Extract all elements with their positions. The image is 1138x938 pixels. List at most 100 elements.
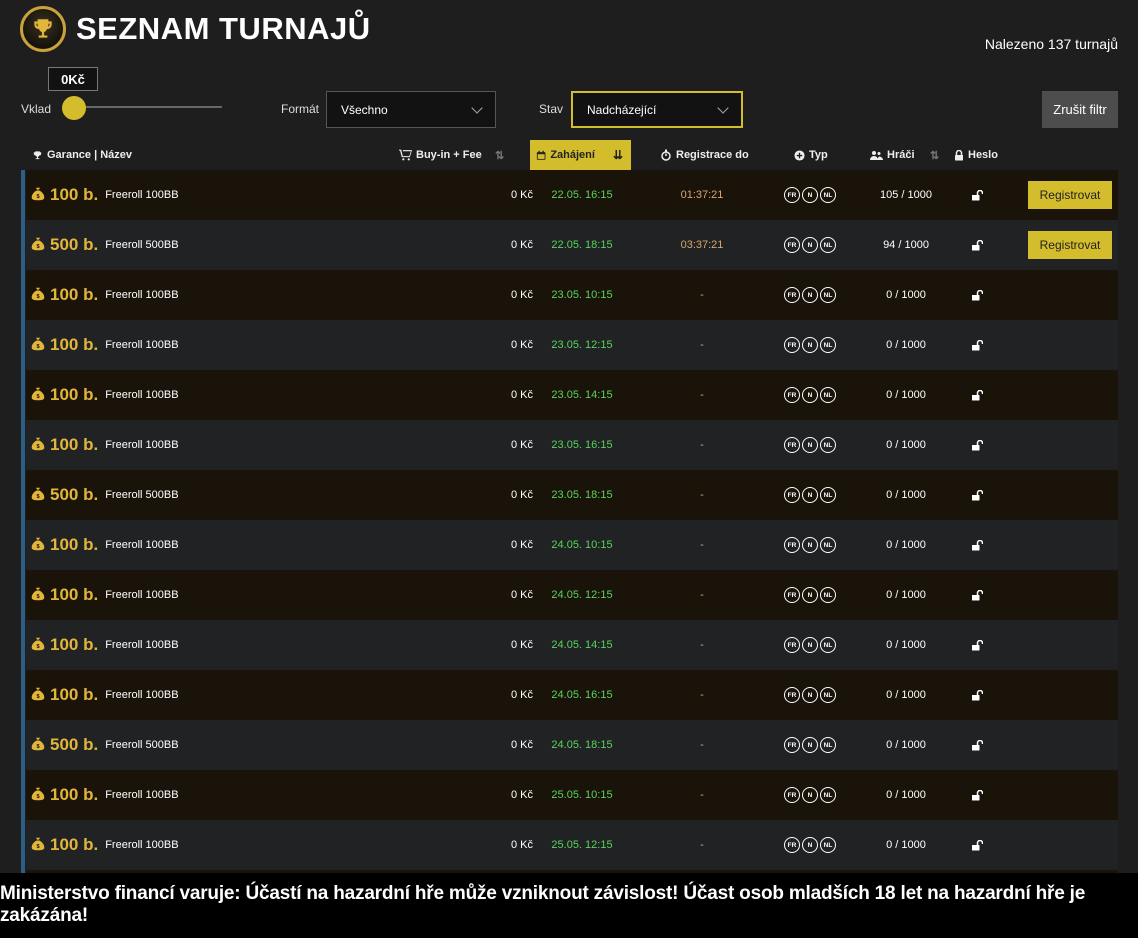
money-bag-icon: $ — [31, 637, 45, 654]
money-bag-icon: $ — [31, 687, 45, 704]
guarantee-cell: $ 100 b. Freeroll 100BB — [31, 570, 179, 620]
guarantee-cell: $ 500 b. Freeroll 500BB — [31, 720, 179, 770]
format-select[interactable]: Všechno — [326, 91, 496, 128]
unlocked-icon — [970, 320, 984, 370]
type-badge: N — [802, 237, 818, 253]
type-badge: FR — [784, 637, 800, 653]
type-badge: NL — [820, 387, 836, 403]
table-row[interactable]: $ 100 b. Freeroll 100BB 0 Kč 24.05. 12:1… — [26, 570, 1118, 620]
table-row[interactable]: $ 500 b. Freeroll 500BB 0 Kč 24.05. 18:1… — [26, 720, 1118, 770]
start-time-cell: 22.05. 16:15 — [551, 189, 613, 201]
players-cell: 0 / 1000 — [886, 539, 926, 551]
table-row[interactable]: $ 100 b. Freeroll 100BB 0 Kč 23.05. 16:1… — [26, 420, 1118, 470]
deposit-slider-thumb[interactable] — [62, 96, 86, 120]
money-bag-icon: $ — [31, 487, 45, 504]
players-cell: 0 / 1000 — [886, 589, 926, 601]
register-button[interactable]: Registrovat — [1028, 181, 1112, 209]
players-cell: 0 / 1000 — [886, 689, 926, 701]
money-bag-icon: $ — [31, 337, 45, 354]
unlocked-icon — [970, 370, 984, 420]
deposit-slider-track[interactable] — [66, 106, 222, 108]
type-badge: NL — [820, 337, 836, 353]
start-time-cell: 25.05. 12:15 — [551, 839, 613, 851]
players-cell: 0 / 1000 — [886, 339, 926, 351]
guarantee-amount: 100 b. — [50, 335, 99, 354]
registration-until-cell: - — [700, 439, 704, 451]
column-name[interactable]: Garance | Název — [32, 140, 132, 170]
type-badge: N — [802, 387, 818, 403]
sort-buyin-icon[interactable]: ⇅ — [495, 140, 504, 170]
type-badge: FR — [784, 537, 800, 553]
type-cell: FRNNL — [782, 420, 838, 470]
type-badge: FR — [784, 237, 800, 253]
registration-until-cell: - — [700, 639, 704, 651]
players-cell: 94 / 1000 — [883, 239, 929, 251]
type-badge: N — [802, 487, 818, 503]
tournament-name: Freeroll 500BB — [105, 239, 179, 251]
type-badge: NL — [820, 237, 836, 253]
column-players[interactable]: Hráči — [870, 140, 915, 170]
reset-filter-button[interactable]: Zrušit filtr — [1042, 91, 1118, 128]
players-cell: 0 / 1000 — [886, 789, 926, 801]
money-bag-icon: $ — [31, 287, 45, 304]
sort-players-icon[interactable]: ⇅ — [930, 140, 939, 170]
table-row[interactable]: $ 100 b. Freeroll 100BB 0 Kč 25.05. 10:1… — [26, 770, 1118, 820]
money-bag-icon: $ — [31, 237, 45, 254]
status-select[interactable]: Nadcházející — [571, 91, 743, 128]
start-time-cell: 22.05. 18:15 — [551, 239, 613, 251]
type-badge: N — [802, 737, 818, 753]
players-cell: 0 / 1000 — [886, 839, 926, 851]
table-row[interactable]: $ 100 b. Freeroll 100BB 0 Kč 24.05. 10:1… — [26, 520, 1118, 570]
column-buyin[interactable]: Buy-in + Fee — [399, 140, 482, 170]
table-left-accent — [21, 170, 25, 873]
column-reg[interactable]: Registrace do — [660, 140, 749, 170]
calendar-icon — [536, 150, 546, 160]
type-badge: NL — [820, 287, 836, 303]
type-badge: N — [802, 637, 818, 653]
users-icon — [870, 150, 883, 160]
money-bag-icon: $ — [31, 837, 45, 854]
registration-until-cell: - — [700, 539, 704, 551]
money-bag-icon: $ — [31, 737, 45, 754]
unlocked-icon — [970, 420, 984, 470]
tournament-name: Freeroll 100BB — [105, 689, 179, 701]
registration-until-cell: - — [700, 789, 704, 801]
table-row[interactable]: $ 500 b. Freeroll 500BB 0 Kč 22.05. 18:1… — [26, 220, 1118, 270]
type-cell: FRNNL — [782, 770, 838, 820]
type-badge: FR — [784, 737, 800, 753]
tournament-list: $ 100 b. Freeroll 100BB 0 Kč 22.05. 16:1… — [26, 170, 1118, 873]
type-badge: FR — [784, 587, 800, 603]
table-row[interactable]: $ 100 b. Freeroll 100BB 0 Kč 22.05. 16:1… — [26, 170, 1118, 220]
guarantee-cell: $ 100 b. Freeroll 100BB — [31, 370, 179, 420]
registration-until-cell: - — [700, 689, 704, 701]
guarantee-amount: 100 b. — [50, 185, 99, 204]
start-time-cell: 23.05. 12:15 — [551, 339, 613, 351]
tournament-name: Freeroll 100BB — [105, 589, 179, 601]
tournament-name: Freeroll 100BB — [105, 339, 179, 351]
type-cell: FRNNL — [782, 270, 838, 320]
table-row[interactable]: $ 100 b. Freeroll 100BB 0 Kč 24.05. 14:1… — [26, 620, 1118, 670]
table-row[interactable]: $ 100 b. Freeroll 100BB 0 Kč 25.05. 12:1… — [26, 820, 1118, 870]
register-button[interactable]: Registrovat — [1028, 231, 1112, 259]
start-time-cell: 24.05. 18:15 — [551, 739, 613, 751]
column-start[interactable]: Zahájení ⇊ — [530, 140, 631, 170]
column-type[interactable]: Typ — [794, 140, 828, 170]
unlocked-icon — [970, 170, 984, 220]
start-time-cell: 23.05. 10:15 — [551, 289, 613, 301]
column-password[interactable]: Heslo — [954, 140, 998, 170]
type-badge: FR — [784, 287, 800, 303]
unlocked-icon — [970, 520, 984, 570]
money-bag-icon: $ — [31, 437, 45, 454]
start-time-cell: 24.05. 12:15 — [551, 589, 613, 601]
table-row[interactable]: $ 500 b. Freeroll 500BB 0 Kč 23.05. 18:1… — [26, 470, 1118, 520]
start-time-cell: 23.05. 18:15 — [551, 489, 613, 501]
type-badge: NL — [820, 637, 836, 653]
guarantee-amount: 100 b. — [50, 635, 99, 654]
table-row[interactable]: $ 100 b. Freeroll 100BB 0 Kč 23.05. 12:1… — [26, 320, 1118, 370]
guarantee-cell: $ 100 b. Freeroll 100BB — [31, 520, 179, 570]
table-row[interactable]: $ 100 b. Freeroll 100BB 0 Kč 23.05. 10:1… — [26, 270, 1118, 320]
type-badge: N — [802, 587, 818, 603]
table-row[interactable]: $ 100 b. Freeroll 100BB 0 Kč 24.05. 16:1… — [26, 670, 1118, 720]
registration-until-cell: - — [700, 739, 704, 751]
table-row[interactable]: $ 100 b. Freeroll 100BB 0 Kč 23.05. 14:1… — [26, 370, 1118, 420]
